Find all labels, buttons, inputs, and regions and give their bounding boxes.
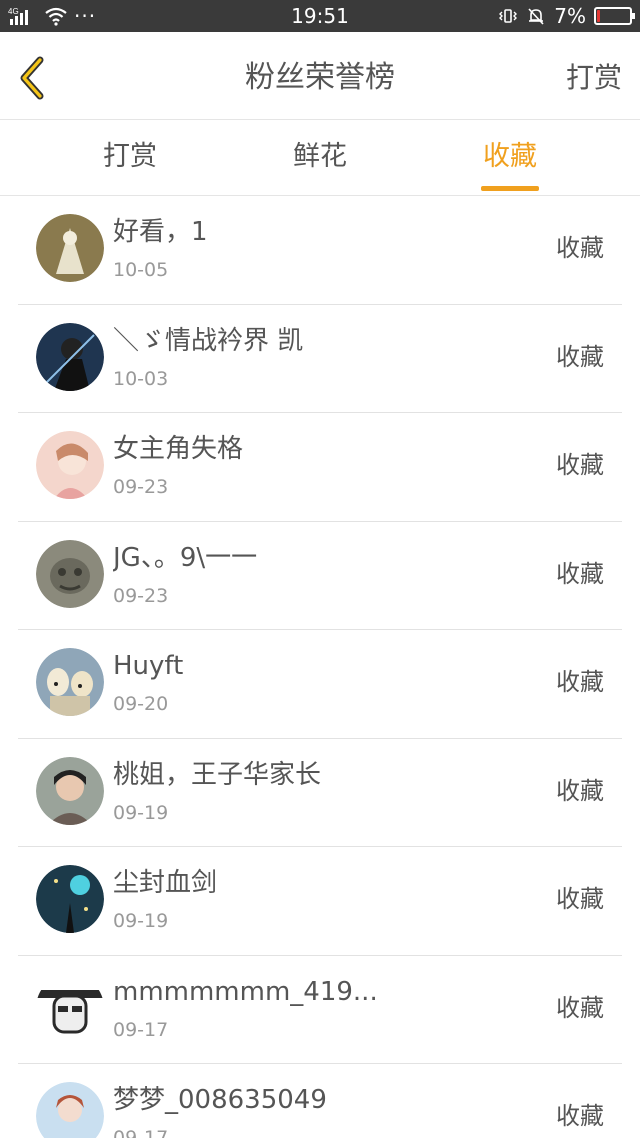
avatar[interactable] [36, 214, 104, 282]
list-item[interactable]: ＼ゞ情战衿界 凯 10-03 收藏 [0, 305, 640, 413]
fan-date: 09-20 [113, 693, 169, 715]
fan-status: 收藏 [556, 559, 604, 588]
fan-list: 好看，1 10-05 收藏 ＼ゞ情战衿界 凯 10-03 收藏 女主角失格 09… [0, 196, 640, 1138]
fan-status: 收藏 [556, 451, 604, 479]
fan-status: 收藏 [556, 885, 604, 913]
list-item[interactable]: Huyft 09-20 收藏 [0, 630, 640, 739]
page-title: 粉丝荣誉榜 [245, 60, 395, 95]
mute-bell-icon [528, 8, 544, 25]
fan-date: 09-23 [113, 584, 169, 607]
avatar[interactable] [36, 865, 104, 933]
fan-status: 收藏 [556, 776, 604, 805]
fan-status: 收藏 [556, 668, 604, 696]
fan-name: 好看，1 [113, 217, 208, 247]
list-item[interactable]: mmmmmmm_419... 09-17 收藏 [0, 956, 640, 1064]
avatar-image [36, 865, 104, 933]
avatar-image [36, 756, 104, 825]
avatar[interactable] [36, 431, 104, 499]
list-item[interactable]: 桃姐，王子华家长 09-19 收藏 [0, 739, 640, 847]
fan-name: ＼ゞ情战衿界 凯 [113, 325, 304, 356]
fan-date: 09-17 [113, 1018, 169, 1041]
fan-date: 10-03 [113, 367, 169, 390]
battery-fill [597, 10, 600, 22]
list-item[interactable]: 好看，1 10-05 收藏 [0, 196, 640, 305]
tab-favorites[interactable]: 收藏 [450, 139, 570, 175]
tab-flowers[interactable]: 鲜花 [260, 139, 380, 175]
reward-button[interactable]: 打赏 [566, 60, 622, 96]
fan-name: mmmmmmm_419... [113, 976, 378, 1007]
avatar-image [36, 1082, 104, 1138]
fan-name: JG、。9\一一 [113, 542, 258, 573]
avatar[interactable] [36, 1082, 104, 1138]
fan-name: 桃姐，王子华家长 [113, 759, 322, 790]
list-item[interactable]: 女主角失格 09-23 收藏 [0, 413, 640, 522]
avatar[interactable] [36, 973, 104, 1042]
fan-date: 09-23 [113, 476, 169, 498]
avatar-image [36, 539, 104, 608]
avatar-image [36, 322, 104, 391]
fan-name: 尘封血剑 [113, 868, 218, 898]
fan-date: 09-17 [113, 1127, 169, 1138]
chevron-left-icon [20, 56, 44, 100]
battery-percent: 7% [554, 4, 586, 28]
fan-name: Huyft [113, 651, 184, 681]
fan-date: 10-05 [113, 259, 169, 281]
vibrate-icon [499, 9, 518, 23]
avatar-image [36, 214, 104, 282]
fan-date: 09-19 [113, 801, 169, 824]
fan-status: 收藏 [556, 234, 604, 262]
nav-bar: 粉丝荣誉榜 打赏 [0, 32, 640, 120]
fan-date: 09-19 [113, 910, 169, 932]
back-button[interactable] [14, 56, 54, 100]
list-item[interactable]: 尘封血剑 09-19 收藏 [0, 847, 640, 956]
avatar-image [36, 648, 104, 716]
avatar[interactable] [36, 539, 104, 608]
fan-name: 梦梦_008635049 [113, 1085, 327, 1115]
fan-status: 收藏 [556, 1102, 604, 1130]
avatar-image [36, 431, 104, 499]
tab-active-indicator [481, 186, 539, 191]
avatar[interactable] [36, 322, 104, 391]
list-item[interactable]: 梦梦_008635049 09-17 收藏 [0, 1064, 640, 1138]
battery-icon [594, 7, 635, 25]
avatar[interactable] [36, 648, 104, 716]
tab-reward[interactable]: 打赏 [70, 139, 190, 175]
fan-status: 收藏 [556, 342, 604, 371]
tab-bar: 打赏 鲜花 收藏 [0, 121, 640, 196]
avatar[interactable] [36, 756, 104, 825]
status-right: 7% [498, 4, 635, 28]
fan-status: 收藏 [556, 993, 604, 1022]
list-item[interactable]: JG、。9\一一 09-23 收藏 [0, 522, 640, 630]
fan-name: 女主角失格 [113, 434, 244, 464]
status-bar: 4G ··· 19:51 7% [0, 0, 640, 32]
avatar-image [36, 973, 104, 1042]
